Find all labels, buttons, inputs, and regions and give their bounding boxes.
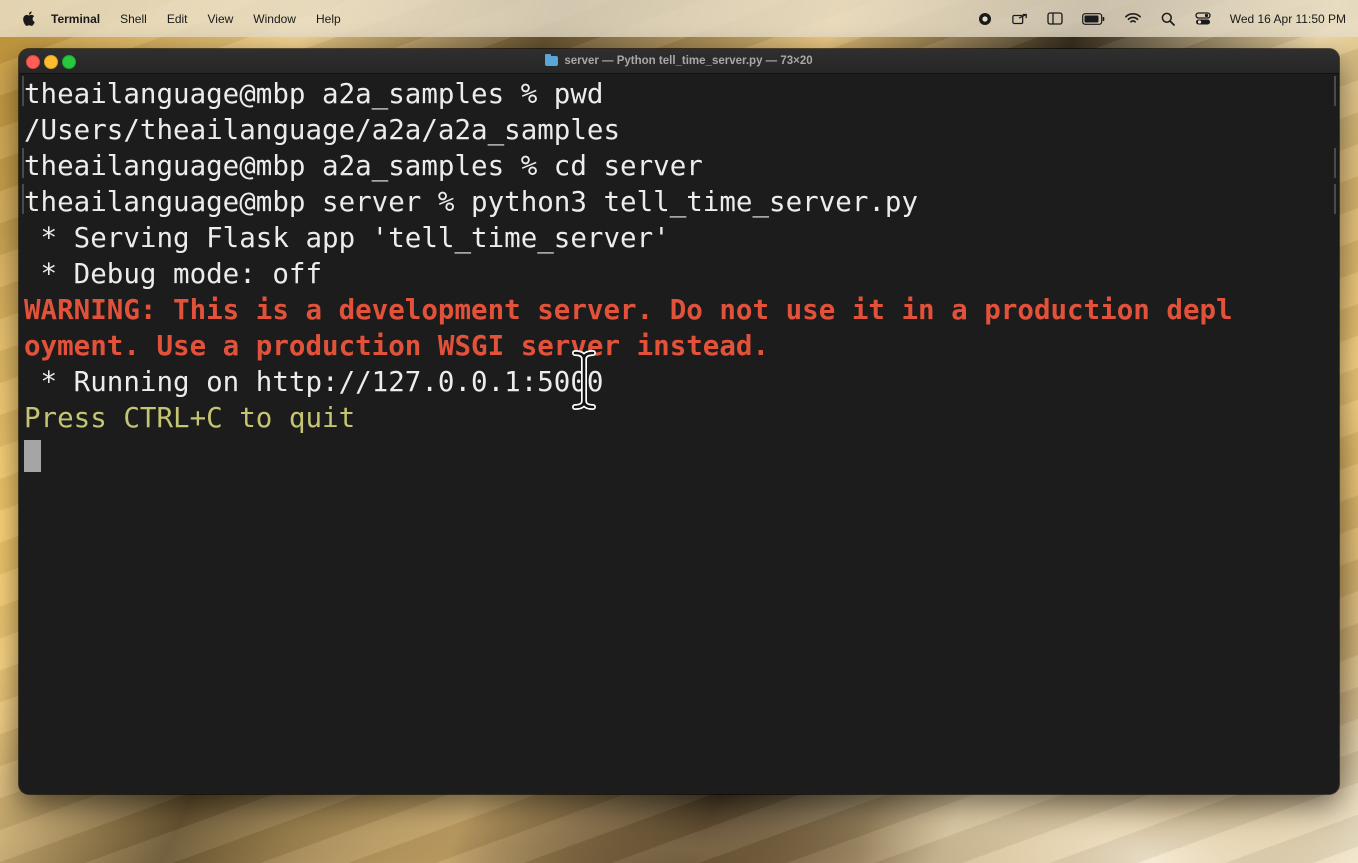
prompt-mark bbox=[1334, 148, 1336, 178]
window-title-text: server — Python tell_time_server.py — 73… bbox=[564, 55, 813, 67]
terminal-line-debug: * Debug mode: off bbox=[24, 258, 323, 290]
terminal-output[interactable]: theailanguage@mbp a2a_samples % pwd /Use… bbox=[24, 73, 1333, 794]
terminal-line-pwd-output: /Users/theailanguage/a2a/a2a_samples bbox=[24, 114, 621, 146]
terminal-line-quit-hint: Press CTRL+C to quit bbox=[24, 402, 356, 434]
prompt-mark bbox=[1334, 76, 1336, 106]
menu-terminal[interactable]: Terminal bbox=[51, 12, 100, 26]
menu-window[interactable]: Window bbox=[253, 12, 296, 26]
screen-share-icon[interactable] bbox=[1011, 12, 1028, 26]
terminal-input-line[interactable] bbox=[24, 436, 1333, 472]
window-titlebar[interactable]: server — Python tell_time_server.py — 73… bbox=[19, 49, 1339, 74]
search-icon[interactable] bbox=[1160, 12, 1176, 26]
menu-bar: Terminal Shell Edit View Window Help Wed… bbox=[0, 0, 1358, 37]
record-icon[interactable] bbox=[977, 12, 993, 26]
terminal-line-prompt-cd: theailanguage@mbp a2a_samples % cd serve… bbox=[24, 150, 703, 182]
menu-view[interactable]: View bbox=[208, 12, 234, 26]
terminal-line-warning-2: oyment. Use a production WSGI server ins… bbox=[24, 330, 770, 362]
prompt-mark bbox=[22, 184, 24, 214]
terminal-line-running: * Running on http://127.0.0.1:5000 bbox=[24, 366, 604, 398]
control-center-icon[interactable] bbox=[1195, 12, 1211, 26]
terminal-line-warning-1: WARNING: This is a development server. D… bbox=[24, 294, 1233, 326]
text-cursor bbox=[24, 439, 41, 472]
apple-menu-icon[interactable] bbox=[21, 11, 35, 27]
prompt-mark bbox=[1334, 184, 1336, 214]
menu-help[interactable]: Help bbox=[316, 12, 341, 26]
terminal-window: server — Python tell_time_server.py — 73… bbox=[19, 49, 1339, 794]
menu-bar-clock[interactable]: Wed 16 Apr 11:50 PM bbox=[1230, 12, 1346, 26]
prompt-mark bbox=[22, 148, 24, 178]
terminal-line-prompt-python: theailanguage@mbp server % python3 tell_… bbox=[24, 186, 919, 218]
battery-icon[interactable] bbox=[1082, 12, 1106, 26]
wifi-icon[interactable] bbox=[1124, 12, 1141, 26]
prompt-mark bbox=[22, 76, 24, 106]
sidebar-icon[interactable] bbox=[1047, 12, 1063, 26]
folder-icon bbox=[545, 54, 559, 66]
menu-edit[interactable]: Edit bbox=[167, 12, 188, 26]
terminal-line-serving: * Serving Flask app 'tell_time_server' bbox=[24, 222, 670, 254]
terminal-line-prompt-pwd: theailanguage@mbp a2a_samples % pwd bbox=[24, 78, 604, 110]
menu-shell[interactable]: Shell bbox=[120, 12, 147, 26]
window-title: server — Python tell_time_server.py — 73… bbox=[19, 49, 1339, 73]
